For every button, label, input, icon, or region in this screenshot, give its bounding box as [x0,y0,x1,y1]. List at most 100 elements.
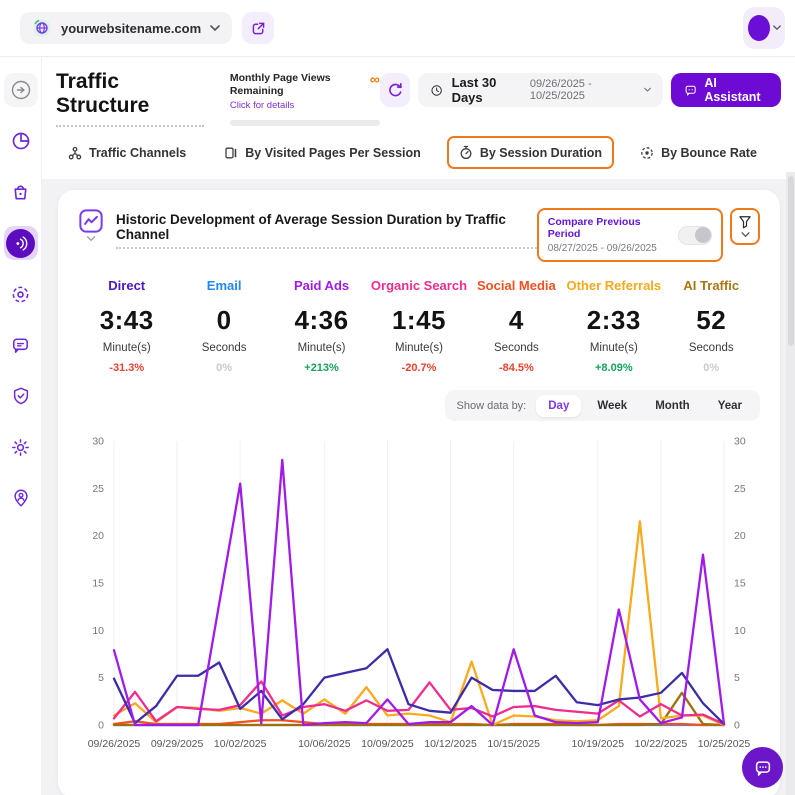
radar-icon [12,235,29,252]
chat-bubble-icon [753,758,773,778]
show-data-by-label: Show data by: [457,400,527,412]
sidebar-item-ecommerce[interactable] [4,175,38,209]
open-site-button[interactable] [242,12,274,44]
network-icon [68,146,82,160]
scrollbar-thumb[interactable] [788,176,794,346]
svg-text:15: 15 [734,578,746,590]
channel-metrics: Direct 3:43 Minute(s) -31.3% Email 0 Sec… [78,278,760,374]
granularity-day[interactable]: Day [536,395,581,417]
svg-text:10/15/2025: 10/15/2025 [487,738,540,750]
globe-icon [32,18,52,38]
metric-other-referrals: Other Referrals 2:33 Minute(s) +8.09% [565,278,662,374]
chat-bubble-icon [10,335,31,356]
pages-icon [224,146,238,160]
svg-text:10/09/2025: 10/09/2025 [361,738,414,750]
session-duration-chart[interactable]: 00551010151520202525303009/26/202509/29/… [78,431,760,763]
target-icon [10,284,31,305]
svg-text:09/26/2025: 09/26/2025 [88,738,141,750]
chevron-down-icon [741,232,750,238]
ai-assistant-button[interactable]: AI Assistant [671,73,781,107]
line-chart-icon[interactable] [78,208,104,234]
quota-label: Monthly Page Views Remaining [230,72,356,98]
site-selector[interactable]: yourwebsitename.com [20,12,232,44]
tab-session-duration[interactable]: By Session Duration [447,136,614,169]
refresh-icon [386,81,405,100]
sidebar [0,57,42,795]
date-range-label: Last 30 Days [452,75,522,105]
page-header: Traffic Structure Monthly Page Views Rem… [56,70,781,127]
funnel-icon [738,215,752,229]
avatar [748,15,770,41]
svg-text:30: 30 [92,436,104,448]
date-range-value: 09/26/2025 - 10/25/2025 [530,78,636,102]
svg-text:10/25/2025: 10/25/2025 [698,738,751,750]
tab-bounce-rate[interactable]: By Bounce Rate [628,137,769,169]
sidebar-item-analytics[interactable] [4,124,38,158]
chat-ai-icon [684,83,697,98]
compare-label[interactable]: Compare Previous Period [548,216,668,240]
tab-internal-traffic[interactable]: Internal Traffic [783,137,795,169]
filter-button[interactable] [730,208,760,245]
metric-ai-traffic: AI Traffic 52 Seconds 0% [663,278,760,374]
sidebar-item-traffic-active[interactable] [4,226,38,260]
refresh-button[interactable] [380,73,410,107]
svg-text:10/22/2025: 10/22/2025 [635,738,688,750]
user-pin-icon [11,488,31,508]
svg-text:5: 5 [98,672,104,684]
sidebar-collapse-button[interactable] [4,73,38,107]
stopwatch-icon [459,145,473,160]
svg-text:30: 30 [734,436,746,448]
chart-card: Historic Development of Average Session … [58,190,780,795]
svg-text:15: 15 [92,578,104,590]
main-content: Traffic Structure Monthly Page Views Rem… [42,57,795,795]
shopping-bag-icon [10,182,31,203]
user-menu[interactable] [743,7,785,49]
quota-progress-bar [230,120,380,126]
metric-organic-search: Organic Search 1:45 Minute(s) -20.7% [370,278,467,374]
quota-details-link[interactable]: Click for details [230,100,356,111]
page-title: Traffic Structure [56,70,204,127]
gear-icon [10,437,31,458]
show-data-by: Show data by: Day Week Month Year [445,390,760,421]
svg-text:10/19/2025: 10/19/2025 [572,738,625,750]
sidebar-item-feedback[interactable] [4,328,38,362]
svg-text:10: 10 [92,625,104,637]
infinity-icon: ∞ [370,72,380,86]
compare-range: 08/27/2025 - 09/26/2025 [548,243,668,254]
sidebar-item-visitors[interactable] [4,481,38,515]
granularity-month[interactable]: Month [643,395,701,417]
ai-assistant-label: AI Assistant [704,76,768,104]
clock-icon [430,83,443,98]
svg-text:10/02/2025: 10/02/2025 [214,738,267,750]
view-tabs: Traffic Channels By Visited Pages Per Se… [56,136,781,179]
top-bar: yourwebsitename.com [0,0,795,57]
sidebar-item-security[interactable] [4,379,38,413]
tab-traffic-channels[interactable]: Traffic Channels [56,137,198,169]
chevron-down-icon [210,25,220,32]
granularity-year[interactable]: Year [706,395,754,417]
bounce-target-icon [640,146,654,160]
arrow-circle-icon [10,79,32,101]
metric-email: Email 0 Seconds 0% [175,278,272,374]
compare-toggle[interactable] [678,226,712,245]
metric-direct: Direct 3:43 Minute(s) -31.3% [78,278,175,374]
svg-text:0: 0 [98,720,104,732]
sidebar-item-goals[interactable] [4,277,38,311]
svg-text:20: 20 [92,530,104,542]
granularity-week[interactable]: Week [585,395,639,417]
svg-text:10: 10 [734,625,746,637]
support-chat-button[interactable] [742,747,783,788]
svg-text:09/29/2025: 09/29/2025 [151,738,204,750]
svg-text:10/12/2025: 10/12/2025 [424,738,477,750]
svg-text:25: 25 [92,483,104,495]
app-root: yourwebsitename.com [0,0,795,795]
sidebar-item-settings[interactable] [4,430,38,464]
tab-visited-pages-per-session[interactable]: By Visited Pages Per Session [212,137,433,169]
chart-title: Historic Development of Average Session … [116,212,537,249]
date-range-picker[interactable]: Last 30 Days 09/26/2025 - 10/25/2025 [418,73,663,107]
svg-text:10/06/2025: 10/06/2025 [298,738,351,750]
chevron-down-icon[interactable] [86,236,96,242]
svg-text:25: 25 [734,483,746,495]
scrollbar[interactable] [786,172,795,795]
svg-text:20: 20 [734,530,746,542]
